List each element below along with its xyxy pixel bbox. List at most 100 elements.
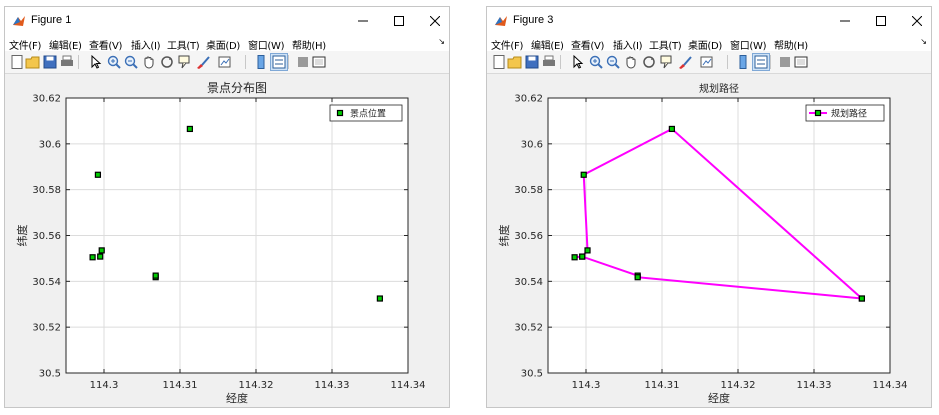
x-tick-label: 114.34 xyxy=(391,380,426,391)
data-point xyxy=(858,295,865,302)
data-point xyxy=(579,253,586,260)
menu-help[interactable]: 帮助(H) xyxy=(292,37,326,52)
y-tick-label: 30.5 xyxy=(521,369,543,380)
maximize-button[interactable] xyxy=(870,11,892,31)
plot-tools-hide-icon[interactable] xyxy=(295,54,311,70)
maximize-button[interactable] xyxy=(388,11,410,31)
menu-window[interactable]: 窗口(W) xyxy=(730,37,767,52)
link-plot-icon[interactable] xyxy=(699,54,715,70)
y-tick-label: 30.58 xyxy=(514,185,543,196)
title-bar[interactable]: Figure 1 xyxy=(5,7,449,35)
plot-area: 114.3 114.31 114.32 114.33 114.34 30.5 30.52 30… xyxy=(487,74,931,407)
pan-icon[interactable] xyxy=(141,54,157,70)
plot-tools-hide-icon[interactable] xyxy=(777,54,793,70)
data-point xyxy=(94,171,102,178)
zoom-in-icon[interactable] xyxy=(106,54,122,70)
path-plot[interactable]: 114.3 114.31 114.32 114.33 114.34 30.5 30.52 30… xyxy=(487,74,931,407)
data-point xyxy=(584,247,591,254)
x-tick-label: 114.31 xyxy=(163,380,198,391)
menu-insert[interactable]: 插入(I) xyxy=(131,37,161,52)
menu-window[interactable]: 窗口(W) xyxy=(248,37,285,52)
link-plot-icon[interactable] xyxy=(217,54,233,70)
scatter-plot[interactable]: 114.3 114.31 114.32 114.33 114.34 30.5 30.52 30… xyxy=(5,74,449,407)
x-tick-label: 114.33 xyxy=(797,380,832,391)
window-title: Figure 3 xyxy=(513,14,554,26)
print-icon[interactable] xyxy=(541,54,557,70)
close-button[interactable] xyxy=(424,11,446,31)
legend-marker xyxy=(814,109,822,117)
x-tick-label: 114.33 xyxy=(315,380,350,391)
open-file-icon[interactable] xyxy=(507,54,523,70)
zoom-in-icon[interactable] xyxy=(588,54,604,70)
zoom-out-icon[interactable] xyxy=(605,54,621,70)
menu-desktop[interactable]: 桌面(D) xyxy=(688,37,722,52)
open-file-icon[interactable] xyxy=(25,54,41,70)
rotate-3d-icon[interactable] xyxy=(641,54,657,70)
y-tick-label: 30.56 xyxy=(32,231,61,242)
menu-tools[interactable]: 工具(T) xyxy=(167,37,200,52)
pointer-icon[interactable] xyxy=(569,54,585,70)
minimize-button[interactable] xyxy=(834,11,856,31)
rotate-3d-icon[interactable] xyxy=(159,54,175,70)
toolbar-separator xyxy=(288,55,289,69)
menu-insert[interactable]: 插入(I) xyxy=(613,37,643,52)
new-figure-icon[interactable] xyxy=(9,54,25,70)
toolbar-separator xyxy=(727,55,728,69)
print-icon[interactable] xyxy=(59,54,75,70)
y-tick-label: 30.5 xyxy=(39,369,61,380)
figure-toolbar xyxy=(487,51,931,74)
menu-help[interactable]: 帮助(H) xyxy=(774,37,808,52)
y-axis-label: 纬度 xyxy=(497,225,511,247)
legend-icon[interactable] xyxy=(752,53,770,71)
data-point xyxy=(634,274,641,281)
pan-icon[interactable] xyxy=(623,54,639,70)
close-button[interactable] xyxy=(906,11,928,31)
plot-tools-show-icon[interactable] xyxy=(311,54,327,70)
menu-edit[interactable]: 编辑(E) xyxy=(49,37,82,52)
y-tick-label: 30.62 xyxy=(514,94,543,105)
y-tick-label: 30.52 xyxy=(32,323,61,334)
brush-icon[interactable] xyxy=(677,54,693,70)
dock-arrow-icon[interactable]: ↘ xyxy=(438,37,445,46)
title-bar[interactable]: Figure 3 xyxy=(487,7,931,35)
figure-window-3: Figure 3 文件(F) 编辑(E) 查看(V) 插入(I) 工具(T) 桌… xyxy=(486,6,932,408)
plot-area: 114.3 114.31 114.32 114.33 114.34 30.5 30.52 30… xyxy=(5,74,449,407)
menu-edit[interactable]: 编辑(E) xyxy=(531,37,564,52)
zoom-out-icon[interactable] xyxy=(123,54,139,70)
window-title: Figure 1 xyxy=(31,14,72,26)
colorbar-icon[interactable] xyxy=(253,54,269,70)
matlab-icon xyxy=(13,16,25,26)
menu-bar: 文件(F) 编辑(E) 查看(V) 插入(I) 工具(T) 桌面(D) 窗口(W… xyxy=(487,35,931,52)
dock-arrow-icon[interactable]: ↘ xyxy=(920,37,927,46)
menu-file[interactable]: 文件(F) xyxy=(491,37,523,52)
save-icon[interactable] xyxy=(42,54,58,70)
menu-file[interactable]: 文件(F) xyxy=(9,37,41,52)
data-cursor-icon[interactable] xyxy=(659,54,675,70)
x-tick-label: 114.34 xyxy=(873,380,908,391)
x-axis-label: 经度 xyxy=(226,391,248,405)
legend-icon[interactable] xyxy=(270,53,288,71)
y-tick-label: 30.6 xyxy=(39,139,61,150)
minimize-button[interactable] xyxy=(352,11,374,31)
menu-tools[interactable]: 工具(T) xyxy=(649,37,682,52)
data-point xyxy=(186,125,193,133)
y-tick-label: 30.54 xyxy=(514,277,543,288)
data-point xyxy=(580,171,587,178)
data-point xyxy=(152,272,159,279)
data-point xyxy=(571,254,578,261)
data-cursor-icon[interactable] xyxy=(177,54,193,70)
y-tick-label: 30.62 xyxy=(32,94,61,105)
brush-icon[interactable] xyxy=(195,54,211,70)
save-icon[interactable] xyxy=(524,54,540,70)
menu-view[interactable]: 查看(V) xyxy=(571,37,604,52)
legend-marker xyxy=(336,109,344,117)
new-figure-icon[interactable] xyxy=(491,54,507,70)
colorbar-icon[interactable] xyxy=(735,54,751,70)
toolbar-separator xyxy=(78,55,79,69)
plot-tools-show-icon[interactable] xyxy=(793,54,809,70)
menu-view[interactable]: 查看(V) xyxy=(89,37,122,52)
menu-desktop[interactable]: 桌面(D) xyxy=(206,37,240,52)
y-tick-label: 30.56 xyxy=(514,231,543,242)
figure-toolbar xyxy=(5,51,449,74)
pointer-icon[interactable] xyxy=(87,54,103,70)
